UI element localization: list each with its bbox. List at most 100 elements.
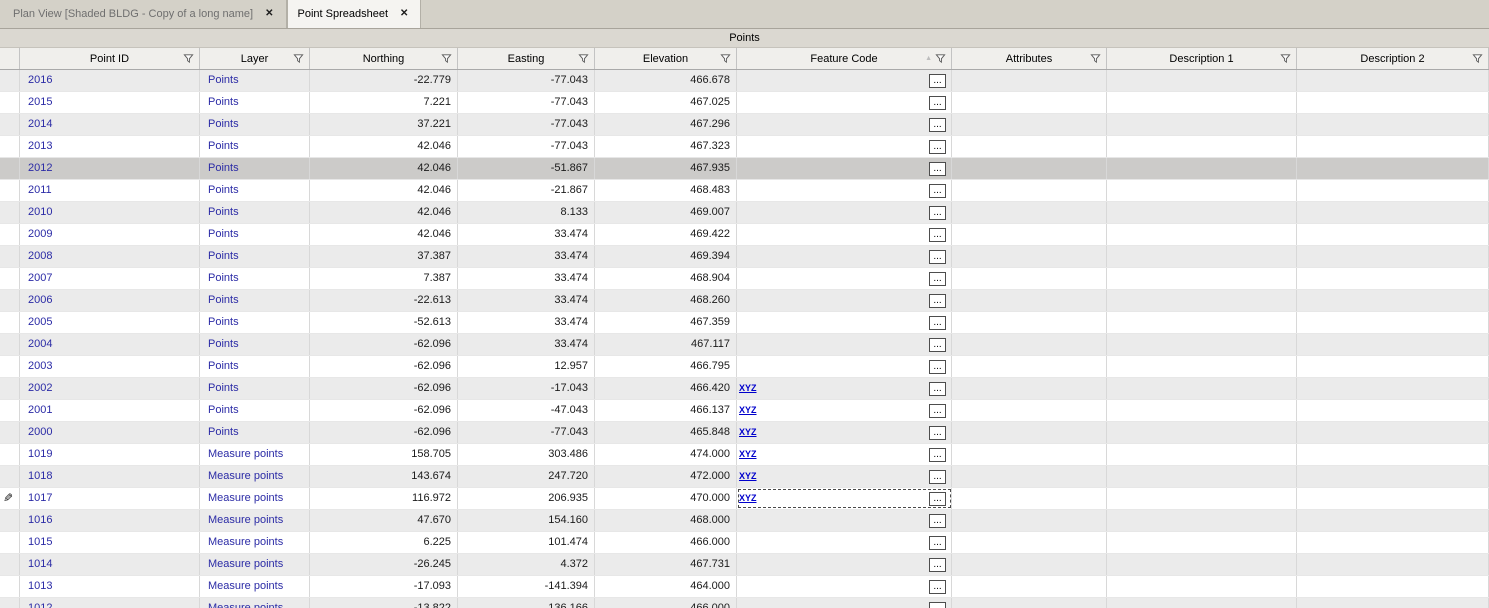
cell-easting[interactable]: -17.043 — [458, 378, 595, 399]
cell-elevation[interactable]: 470.000 — [595, 488, 737, 509]
cell-elevation[interactable]: 469.422 — [595, 224, 737, 245]
ellipsis-button[interactable]: ... — [929, 294, 946, 308]
row-selector[interactable] — [0, 554, 20, 575]
cell-northing[interactable]: -62.096 — [310, 356, 458, 377]
tab-point-spreadsheet[interactable]: Point Spreadsheet ✕ — [286, 0, 422, 28]
cell-elevation[interactable]: 466.795 — [595, 356, 737, 377]
cell-northing[interactable]: -17.093 — [310, 576, 458, 597]
cell-description-1[interactable] — [1107, 92, 1297, 113]
cell-feature-code[interactable]: ... — [737, 268, 952, 289]
row-selector[interactable] — [0, 466, 20, 487]
cell-description-2[interactable] — [1297, 136, 1489, 157]
cell-description-1[interactable] — [1107, 312, 1297, 333]
cell-layer[interactable]: Points — [200, 334, 310, 355]
cell-layer[interactable]: Points — [200, 312, 310, 333]
cell-feature-code[interactable]: ... — [737, 356, 952, 377]
cell-point-id[interactable]: 2012 — [20, 158, 200, 179]
cell-easting[interactable]: 33.474 — [458, 268, 595, 289]
filter-icon[interactable] — [183, 53, 194, 64]
cell-layer[interactable]: Points — [200, 224, 310, 245]
cell-northing[interactable]: -52.613 — [310, 312, 458, 333]
cell-attributes[interactable] — [952, 378, 1107, 399]
cell-point-id[interactable]: 2002 — [20, 378, 200, 399]
ellipsis-button[interactable]: ... — [929, 602, 946, 608]
xyz-link[interactable]: XYZ — [739, 382, 757, 394]
cell-description-1[interactable] — [1107, 400, 1297, 421]
cell-layer[interactable]: Measure points — [200, 510, 310, 531]
cell-description-2[interactable] — [1297, 554, 1489, 575]
cell-feature-code[interactable]: XYZ... — [737, 400, 952, 421]
column-header-easting[interactable]: Easting — [458, 48, 595, 69]
ellipsis-button[interactable]: ... — [929, 360, 946, 374]
cell-description-1[interactable] — [1107, 334, 1297, 355]
cell-attributes[interactable] — [952, 92, 1107, 113]
row-selector[interactable] — [0, 510, 20, 531]
cell-description-1[interactable] — [1107, 444, 1297, 465]
close-icon[interactable]: ✕ — [400, 9, 408, 19]
cell-northing[interactable]: 37.221 — [310, 114, 458, 135]
cell-attributes[interactable] — [952, 246, 1107, 267]
cell-northing[interactable]: -22.613 — [310, 290, 458, 311]
cell-description-2[interactable] — [1297, 532, 1489, 553]
cell-easting[interactable]: 303.486 — [458, 444, 595, 465]
cell-feature-code[interactable]: ... — [737, 180, 952, 201]
cell-attributes[interactable] — [952, 114, 1107, 135]
close-icon[interactable]: ✕ — [265, 9, 273, 19]
cell-feature-code[interactable]: ... — [737, 202, 952, 223]
ellipsis-button[interactable]: ... — [929, 250, 946, 264]
cell-description-2[interactable] — [1297, 422, 1489, 443]
cell-description-1[interactable] — [1107, 532, 1297, 553]
ellipsis-button[interactable]: ... — [929, 228, 946, 242]
cell-northing[interactable]: -13.822 — [310, 598, 458, 608]
cell-feature-code[interactable]: XYZ... — [737, 444, 952, 465]
row-selector[interactable] — [0, 422, 20, 443]
cell-elevation[interactable]: 465.848 — [595, 422, 737, 443]
cell-easting[interactable]: 101.474 — [458, 532, 595, 553]
row-selector[interactable] — [0, 356, 20, 377]
cell-description-2[interactable] — [1297, 92, 1489, 113]
tab-plan-view-shaded-bldg-copy-of-a-long-nam[interactable]: Plan View [Shaded BLDG - Copy of a long … — [3, 0, 287, 28]
ellipsis-button[interactable]: ... — [929, 316, 946, 330]
cell-description-1[interactable] — [1107, 158, 1297, 179]
cell-feature-code[interactable]: ... — [737, 598, 952, 608]
row-selector[interactable] — [0, 224, 20, 245]
cell-description-2[interactable] — [1297, 400, 1489, 421]
cell-point-id[interactable]: 2000 — [20, 422, 200, 443]
cell-point-id[interactable]: 2005 — [20, 312, 200, 333]
ellipsis-button[interactable]: ... — [929, 580, 946, 594]
row-selector[interactable] — [0, 180, 20, 201]
column-header-northing[interactable]: Northing — [310, 48, 458, 69]
row-selector[interactable] — [0, 158, 20, 179]
ellipsis-button[interactable]: ... — [929, 162, 946, 176]
row-selector[interactable] — [0, 598, 20, 608]
cell-northing[interactable]: -26.245 — [310, 554, 458, 575]
cell-layer[interactable]: Measure points — [200, 466, 310, 487]
row-selector[interactable] — [0, 576, 20, 597]
cell-description-1[interactable] — [1107, 114, 1297, 135]
column-header-layer[interactable]: Layer — [200, 48, 310, 69]
cell-layer[interactable]: Points — [200, 158, 310, 179]
filter-icon[interactable] — [1472, 53, 1483, 64]
cell-description-2[interactable] — [1297, 202, 1489, 223]
cell-feature-code[interactable]: ... — [737, 312, 952, 333]
cell-point-id[interactable]: 2015 — [20, 92, 200, 113]
row-selector[interactable] — [0, 378, 20, 399]
ellipsis-button[interactable]: ... — [929, 140, 946, 154]
cell-description-1[interactable] — [1107, 290, 1297, 311]
cell-description-1[interactable] — [1107, 378, 1297, 399]
cell-northing[interactable]: 47.670 — [310, 510, 458, 531]
cell-easting[interactable]: -77.043 — [458, 422, 595, 443]
cell-description-2[interactable] — [1297, 378, 1489, 399]
cell-elevation[interactable]: 466.000 — [595, 532, 737, 553]
row-selector[interactable] — [0, 246, 20, 267]
cell-feature-code[interactable]: ... — [737, 246, 952, 267]
cell-description-1[interactable] — [1107, 576, 1297, 597]
cell-description-1[interactable] — [1107, 70, 1297, 91]
cell-northing[interactable]: 7.387 — [310, 268, 458, 289]
cell-northing[interactable]: -22.779 — [310, 70, 458, 91]
row-selector[interactable] — [0, 202, 20, 223]
cell-layer[interactable]: Measure points — [200, 554, 310, 575]
cell-description-1[interactable] — [1107, 554, 1297, 575]
row-selector[interactable] — [0, 400, 20, 421]
cell-attributes[interactable] — [952, 576, 1107, 597]
